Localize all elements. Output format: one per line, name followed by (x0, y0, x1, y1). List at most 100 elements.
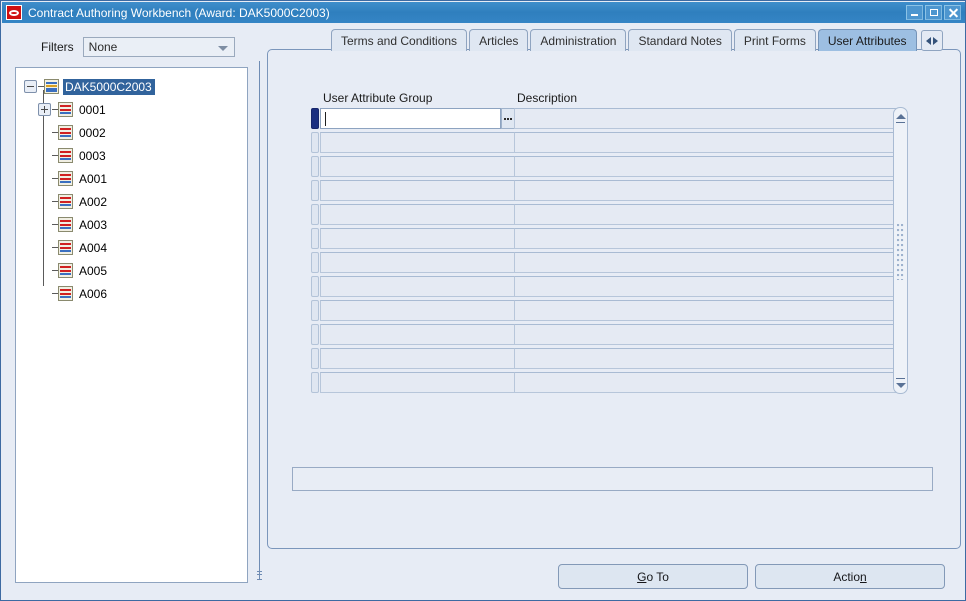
cell-description[interactable] (514, 156, 896, 177)
grid-row[interactable] (311, 179, 907, 202)
scroll-down-arrow-icon[interactable] (894, 378, 907, 392)
cell-user-attribute-group[interactable] (320, 324, 517, 345)
cell-user-attribute-group[interactable] (320, 348, 517, 369)
record-indicator[interactable] (311, 204, 319, 225)
grid-row[interactable] (311, 371, 907, 394)
grid-row[interactable] (311, 275, 907, 298)
cell-description[interactable] (514, 180, 896, 201)
splitter-grip[interactable] (257, 571, 262, 581)
oracle-logo-icon (6, 5, 22, 20)
tree-node-a003[interactable]: A003 (16, 213, 247, 236)
grid-row[interactable] (311, 131, 907, 154)
tree-node-a002[interactable]: A002 (16, 190, 247, 213)
tree-node-0003[interactable]: 0003 (16, 144, 247, 167)
tab-scroll-buttons[interactable] (920, 30, 943, 51)
cell-description[interactable] (514, 348, 896, 369)
tree-spacer-icon (38, 195, 51, 208)
grid-row[interactable] (311, 203, 907, 226)
tab-user-attributes[interactable]: User Attributes (817, 29, 917, 51)
tree-node-a006[interactable]: A006 (16, 282, 247, 305)
cell-user-attribute-group[interactable] (320, 300, 517, 321)
description-detail-field[interactable] (292, 467, 933, 491)
record-indicator[interactable] (311, 228, 319, 249)
grid-vertical-scrollbar[interactable] (893, 107, 908, 394)
grid-row[interactable] (311, 227, 907, 250)
cell-description[interactable] (514, 372, 896, 393)
record-indicator[interactable] (311, 180, 319, 201)
tab-label: Print Forms (743, 33, 806, 48)
cell-user-attribute-group[interactable] (320, 132, 517, 153)
close-icon[interactable] (944, 5, 961, 20)
tree-node-dak5000c2003[interactable]: DAK5000C2003 (16, 75, 247, 98)
grid-row[interactable] (311, 107, 907, 130)
record-indicator[interactable] (311, 252, 319, 273)
column-header-description: Description (517, 91, 578, 105)
record-indicator[interactable] (311, 300, 319, 321)
line-item-document-icon (58, 148, 73, 163)
grid-row[interactable] (311, 347, 907, 370)
chevron-right-icon[interactable] (932, 36, 938, 45)
cell-description[interactable] (514, 276, 896, 297)
tab-print-forms[interactable]: Print Forms (733, 29, 816, 51)
record-indicator[interactable] (311, 132, 319, 153)
grid-row[interactable] (311, 323, 907, 346)
tree-node-0001[interactable]: 0001 (16, 98, 247, 121)
cell-user-attribute-group[interactable] (320, 228, 517, 249)
filters-select[interactable]: None (82, 37, 235, 57)
cell-description[interactable] (514, 108, 896, 129)
tab-administration[interactable]: Administration (530, 29, 627, 51)
tree-node-a005[interactable]: A005 (16, 259, 247, 282)
scrollbar-thumb[interactable] (895, 124, 906, 377)
record-indicator[interactable] (311, 324, 319, 345)
panel-splitter[interactable] (259, 61, 260, 580)
column-header-user-attribute-group: User Attribute Group (323, 91, 433, 105)
application-window: Contract Authoring Workbench (Award: DAK… (0, 0, 966, 601)
tab-articles[interactable]: Articles (469, 29, 529, 51)
go-to-button[interactable]: Go To (558, 564, 748, 589)
record-indicator[interactable] (311, 348, 319, 369)
grid-row[interactable] (311, 299, 907, 322)
cell-description[interactable] (514, 132, 896, 153)
cell-description[interactable] (514, 204, 896, 225)
cell-user-attribute-group[interactable] (320, 156, 517, 177)
cell-description[interactable] (514, 228, 896, 249)
tree-node-a004[interactable]: A004 (16, 236, 247, 259)
navigation-tree: DAK5000C2003 0001 0002 0003 A001 A002 A003 A004… (16, 68, 247, 305)
action-button[interactable]: Action (755, 564, 945, 589)
cell-description[interactable] (514, 252, 896, 273)
record-indicator[interactable] (311, 276, 319, 297)
maximize-icon[interactable] (925, 5, 942, 20)
navigation-tree-panel[interactable]: DAK5000C2003 0001 0002 0003 A001 A002 A003 A004… (15, 67, 248, 583)
scroll-up-arrow-icon[interactable] (894, 109, 907, 123)
window-controls (906, 5, 961, 20)
cell-user-attribute-group[interactable] (320, 108, 501, 129)
tree-node-a001[interactable]: A001 (16, 167, 247, 190)
record-indicator[interactable] (311, 372, 319, 393)
cell-description[interactable] (514, 324, 896, 345)
cell-description[interactable] (514, 300, 896, 321)
minimize-icon[interactable] (906, 5, 923, 20)
line-item-document-icon (58, 240, 73, 255)
cell-user-attribute-group[interactable] (320, 180, 517, 201)
tree-node-0002[interactable]: 0002 (16, 121, 247, 144)
tree-node-label: 0001 (79, 102, 106, 117)
title-bar: Contract Authoring Workbench (Award: DAK… (2, 2, 965, 23)
tab-terms-and-conditions[interactable]: Terms and Conditions (331, 29, 468, 51)
grid-row[interactable] (311, 155, 907, 178)
cell-user-attribute-group[interactable] (320, 252, 517, 273)
cell-user-attribute-group[interactable] (320, 372, 517, 393)
expand-toggle-icon[interactable] (38, 103, 51, 116)
chevron-left-icon[interactable] (925, 36, 931, 45)
collapse-toggle-icon[interactable] (24, 80, 37, 93)
record-indicator[interactable] (311, 156, 319, 177)
cell-user-attribute-group[interactable] (320, 276, 517, 297)
tab-bar: Terms and Conditions Articles Administrati… (331, 27, 943, 51)
go-to-button-label: Go To (637, 569, 669, 584)
record-indicator[interactable] (311, 108, 319, 129)
tab-standard-notes[interactable]: Standard Notes (628, 29, 732, 51)
grid-row[interactable] (311, 251, 907, 274)
ellipsis-lov-icon[interactable] (501, 108, 515, 129)
filters-label: Filters (41, 40, 74, 54)
line-item-document-icon (58, 263, 73, 278)
cell-user-attribute-group[interactable] (320, 204, 517, 225)
